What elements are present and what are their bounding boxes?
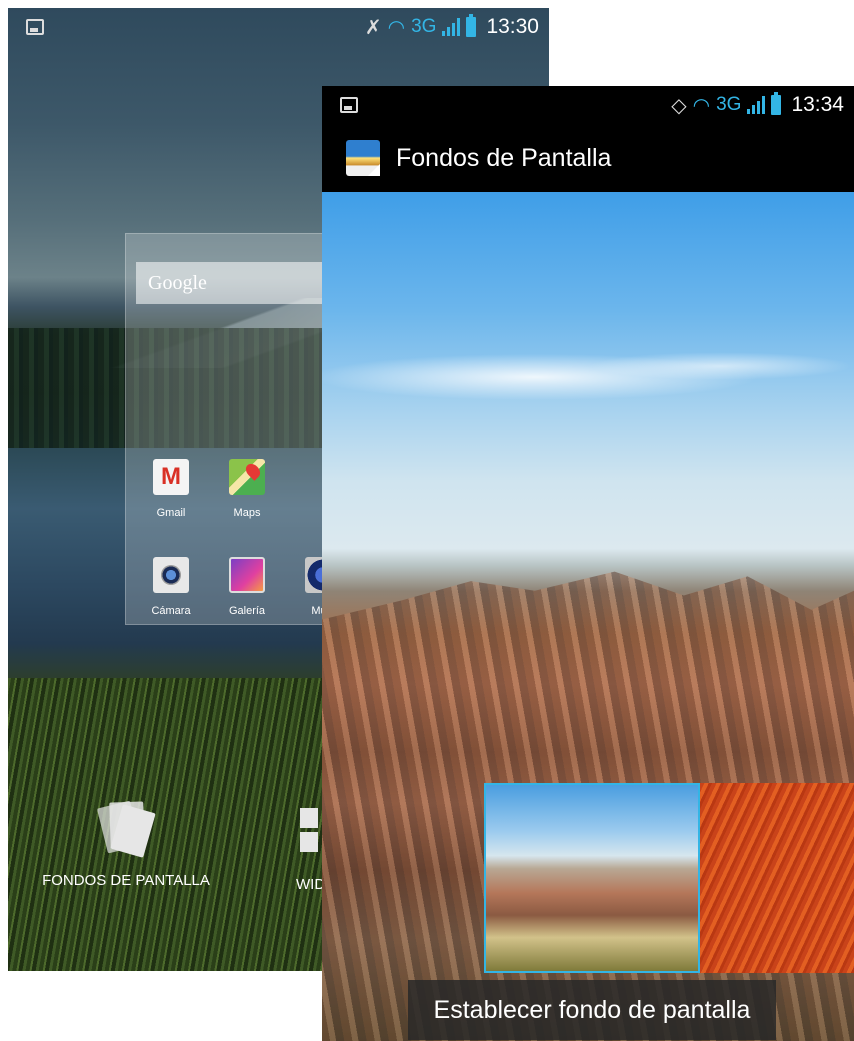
gallery-icon [229, 557, 265, 593]
wifi-icon: ◠ [692, 93, 711, 117]
app-label: Gmail [156, 507, 186, 519]
status-bar: ✗ ◠ 3G 13:30 [8, 8, 549, 46]
battery-icon [771, 92, 782, 115]
preview-clouds [322, 322, 854, 432]
image-notification-icon [340, 97, 358, 113]
app-label: Maps [233, 507, 261, 519]
app-maps[interactable]: Maps [212, 459, 282, 519]
wallpaper-thumbnail-strip[interactable] [484, 783, 854, 973]
vibrate-icon: ◇ [671, 93, 687, 117]
network-type: 3G [716, 94, 742, 115]
app-gmail[interactable]: Gmail [136, 459, 206, 519]
wifi-icon: ◠ [387, 15, 406, 39]
app-camera[interactable]: Cámara [136, 557, 206, 617]
signal-icon [747, 96, 766, 114]
battery-icon [466, 14, 477, 37]
action-bar: Fondos de Pantalla [322, 124, 854, 192]
app-label: Cámara [151, 605, 191, 617]
status-time: 13:30 [486, 15, 539, 38]
wallpaper-thumbnail[interactable] [700, 783, 854, 973]
wallpapers-option-label: FONDOS DE PANTALLA [42, 872, 210, 889]
signal-icon [442, 18, 461, 36]
set-wallpaper-button[interactable]: Establecer fondo de pantalla [408, 980, 776, 1040]
status-time: 13:34 [791, 93, 844, 116]
page-title: Fondos de Pantalla [396, 143, 612, 172]
mute-icon: ✗ [364, 15, 382, 39]
maps-icon [229, 459, 265, 495]
image-notification-icon [26, 19, 44, 35]
app-label: Galería [228, 605, 266, 617]
wallpapers-icon [96, 798, 156, 858]
wallpaper-picker-phone: ◇ ◠ 3G 13:34 Fondos de Pantalla Establec… [322, 86, 854, 1041]
wallpaper-thumbnail-selected[interactable] [484, 783, 700, 973]
wallpaper-app-icon[interactable] [346, 140, 380, 176]
wallpapers-option[interactable]: FONDOS DE PANTALLA [36, 798, 216, 889]
app-gallery[interactable]: Galería [212, 557, 282, 617]
camera-icon [153, 557, 189, 593]
gmail-icon [153, 459, 189, 495]
status-bar: ◇ ◠ 3G 13:34 [322, 86, 854, 124]
network-type: 3G [411, 16, 437, 37]
